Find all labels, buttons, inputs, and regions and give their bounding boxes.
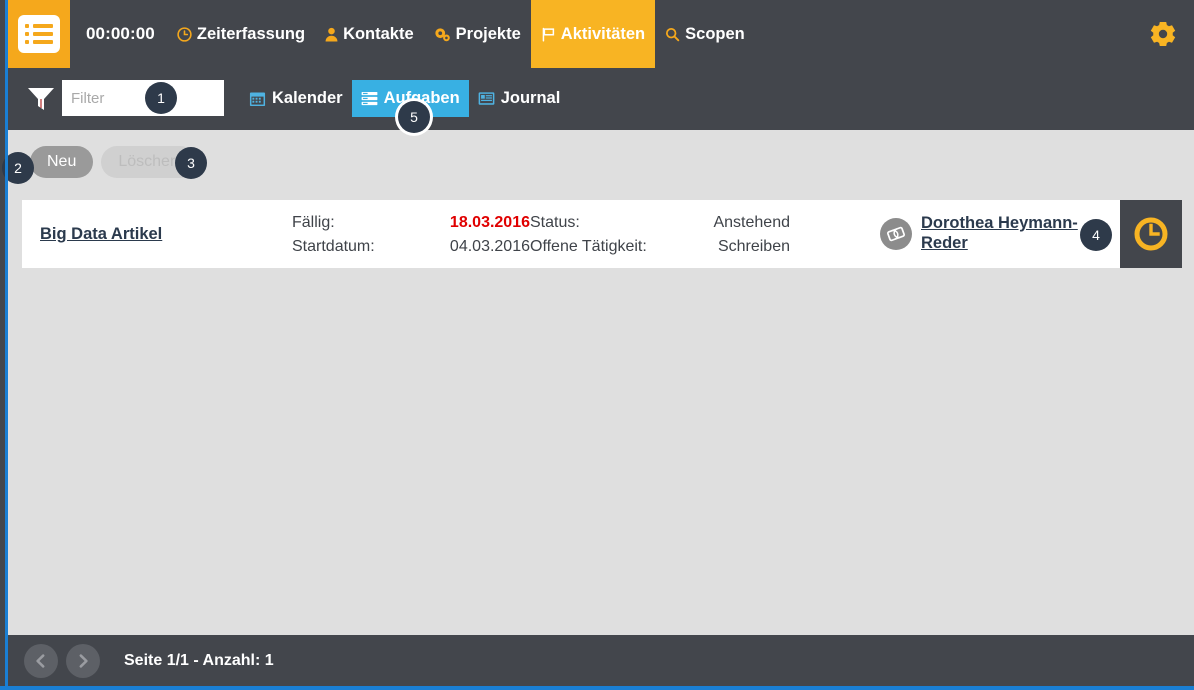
task-title-cell: Big Data Artikel (22, 200, 292, 268)
annotation-badge-4: 4 (1080, 219, 1112, 251)
gear-icon[interactable] (1146, 17, 1180, 51)
clock-icon (177, 26, 192, 42)
start-timer-button[interactable] (1120, 200, 1182, 268)
chevron-left-icon (36, 653, 45, 668)
tab-journal[interactable]: Journal (469, 80, 570, 117)
app-logo[interactable] (8, 0, 70, 68)
nav-label: Kontakte (343, 24, 414, 43)
start-value: 04.03.2016 (449, 238, 530, 255)
due-label: Fällig: (292, 214, 335, 231)
action-button-bar: Neu Löschen (30, 146, 196, 178)
tasks-icon (361, 91, 378, 106)
nav-item-projekte[interactable]: Projekte (424, 0, 531, 68)
chevron-right-icon (79, 653, 88, 668)
search-input[interactable] (62, 80, 224, 116)
annotation-badge-3: 3 (175, 147, 207, 179)
next-page-button[interactable] (66, 643, 100, 678)
timer-display: 00:00:00 (86, 24, 155, 43)
avatar (880, 218, 912, 250)
gears-icon (434, 27, 451, 42)
start-label: Startdatum: (292, 238, 375, 255)
magnifier-icon (665, 27, 680, 42)
open-activity-value: Schreiben (717, 238, 790, 255)
nav-label: Projekte (455, 24, 521, 43)
status-value: Anstehend (713, 214, 790, 231)
main-menu: 00:00:00 Zeiterfassung Kontakte Projekte… (78, 0, 755, 68)
nav-item-zeiterfassung[interactable]: Zeiterfassung (167, 0, 315, 68)
open-activity-label: Offene Tätigkeit: (530, 238, 647, 255)
task-fields: Fällig: 18.03.2016 Status: Anstehend Sta… (292, 200, 880, 268)
new-button[interactable]: Neu (30, 146, 94, 178)
prev-page-button[interactable] (24, 643, 58, 678)
calendar-icon (249, 90, 266, 107)
funnel-icon[interactable] (24, 84, 58, 114)
nav-label: Aktivitäten (560, 24, 646, 43)
tab-label: Journal (500, 89, 561, 107)
nav-label: Scopen (685, 24, 745, 43)
status-label: Status: (530, 214, 580, 231)
table-row[interactable]: Big Data Artikel Fällig: 18.03.2016 Stat… (22, 200, 1182, 268)
tab-label: Kalender (272, 89, 343, 107)
nav-item-scopen[interactable]: Scopen (655, 0, 755, 68)
due-value: 18.03.2016 (449, 214, 530, 231)
task-title-link[interactable]: Big Data Artikel (40, 225, 162, 244)
bottom-accent-rail (0, 686, 1194, 690)
page-info-label: Seite 1/1 - Anzahl: 1 (124, 651, 274, 669)
clock-icon (1134, 217, 1168, 251)
annotation-badge-1: 1 (145, 82, 177, 114)
list-logo-icon (18, 15, 60, 53)
pagination-bar: Seite 1/1 - Anzahl: 1 (8, 635, 1194, 686)
left-accent-rail (5, 0, 8, 690)
flag-icon (541, 27, 556, 42)
application-window: 00:00:00 Zeiterfassung Kontakte Projekte… (0, 0, 1194, 690)
nav-item-aktivitaeten[interactable]: Aktivitäten (530, 0, 656, 68)
journal-icon (478, 91, 495, 106)
content-area: Neu Löschen Big Data Artikel Fällig: 18.… (8, 130, 1194, 635)
top-navigation-bar: 00:00:00 Zeiterfassung Kontakte Projekte… (0, 0, 1194, 68)
person-icon (325, 27, 338, 42)
nav-item-kontakte[interactable]: Kontakte (315, 0, 424, 68)
tab-kalender[interactable]: Kalender (240, 80, 352, 117)
annotation-badge-5: 5 (398, 101, 430, 133)
nav-label: Zeiterfassung (196, 24, 306, 43)
